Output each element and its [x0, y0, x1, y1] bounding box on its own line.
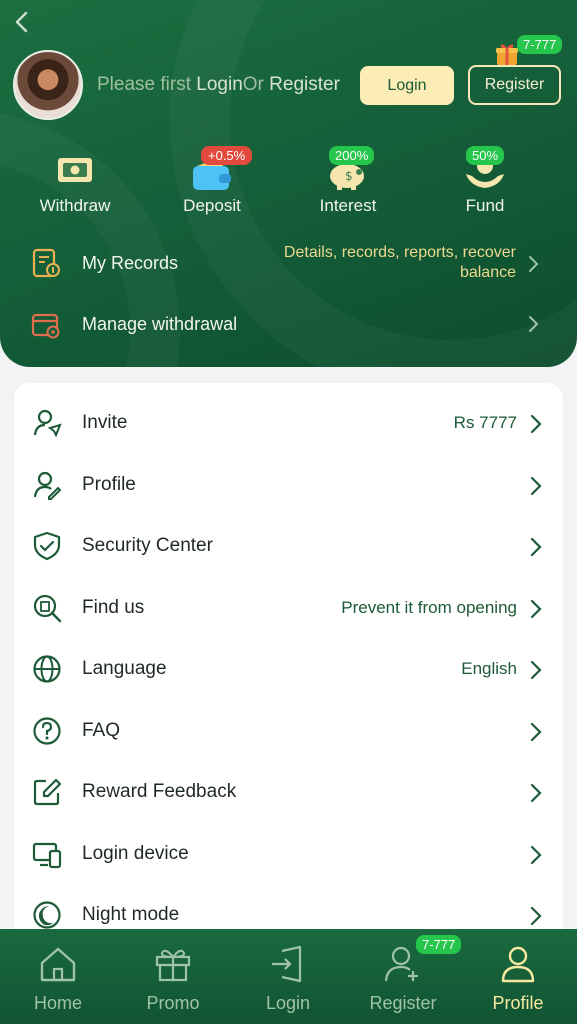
quick-action-deposit[interactable]: +0.5% Deposit [157, 146, 267, 216]
chevron-right-icon [530, 906, 542, 926]
language-value: English [461, 659, 517, 678]
shield-check-icon [33, 531, 61, 561]
tab-label: Register [369, 993, 437, 1013]
prompt-login-link[interactable]: Login [196, 74, 243, 95]
chevron-right-icon [529, 316, 539, 332]
chevron-right-icon [530, 414, 542, 434]
quick-action-label: Deposit [183, 196, 241, 215]
quick-action-interest[interactable]: $ 200% Interest [293, 146, 403, 216]
login-door-icon [272, 945, 302, 983]
interest-badge: 200% [329, 146, 375, 165]
invite-reward-value: Rs 7777 [453, 413, 517, 432]
find-us-value: Prevent it from opening [341, 598, 517, 617]
menu-item-label: Find us [82, 597, 145, 618]
chevron-right-icon [529, 256, 539, 272]
menu-item-label: FAQ [82, 720, 121, 741]
user-icon [501, 946, 535, 983]
devices-icon [32, 842, 62, 869]
menu-item-label: Night mode [82, 904, 180, 925]
menu-item-label: Reward Feedback [82, 781, 237, 802]
chevron-right-icon [530, 476, 542, 496]
tab-label: Home [33, 993, 82, 1013]
my-records-label: My Records [82, 253, 179, 273]
chevron-right-icon [530, 660, 542, 680]
tab-promo[interactable]: Promo [115, 929, 231, 1024]
menu-item-label: Login device [82, 843, 189, 864]
menu-item-login-device[interactable]: Login device [14, 824, 563, 885]
menu-item-language[interactable]: Language English [14, 639, 563, 700]
chevron-right-icon [530, 537, 542, 557]
chevron-right-icon [530, 722, 542, 742]
gift-icon [496, 44, 518, 65]
menu-item-profile[interactable]: Profile [14, 455, 563, 516]
edit-square-icon [33, 778, 62, 806]
bottom-tab-bar: Home Promo Login Register Profile [0, 929, 577, 1024]
prompt-or: Or [242, 74, 264, 95]
user-edit-icon [33, 471, 62, 500]
svg-text:$: $ [345, 169, 353, 183]
tab-label: Promo [146, 993, 200, 1013]
my-records-row[interactable]: My Records Details, records, reports, re… [30, 243, 550, 285]
menu-item-find-us[interactable]: Find us Prevent it from opening [14, 578, 563, 639]
menu-item-label: Security Center [82, 535, 213, 556]
settings-menu: Invite Rs 7777 Profile Security Center F… [14, 383, 563, 1003]
menu-item-faq[interactable]: FAQ [14, 701, 563, 762]
menu-item-invite[interactable]: Invite Rs 7777 [14, 393, 563, 454]
quick-action-withdraw[interactable]: Withdraw [20, 150, 130, 216]
invite-user-icon [33, 409, 62, 438]
chevron-right-icon [530, 599, 542, 619]
menu-item-security-center[interactable]: Security Center [14, 516, 563, 577]
fund-badge: 50% [466, 146, 505, 165]
register-button[interactable]: Register [468, 65, 561, 105]
question-circle-icon [33, 717, 61, 745]
avatar[interactable] [13, 50, 83, 120]
gift-icon [155, 949, 191, 982]
register-tab-badge: 7-777 [416, 935, 462, 954]
menu-item-label: Language [82, 658, 167, 679]
profile-header: Please first LoginOr Register Login Regi… [0, 0, 577, 367]
records-icon [32, 248, 60, 278]
tab-profile[interactable]: Profile [460, 929, 576, 1024]
tab-home[interactable]: Home [0, 929, 116, 1024]
ticket-icon [58, 158, 92, 182]
login-prompt: Please first LoginOr Register [97, 74, 340, 96]
register-bonus-badge: 7-777 [517, 35, 563, 54]
quick-action-fund[interactable]: 50% Fund [430, 146, 540, 216]
quick-action-label: Interest [319, 196, 377, 215]
prompt-register-link[interactable]: Register [269, 74, 340, 95]
chevron-right-icon [530, 845, 542, 865]
my-records-detail: Details, records, reports, recover balan… [283, 244, 516, 281]
menu-item-label: Profile [82, 474, 136, 495]
quick-action-label: Withdraw [39, 196, 111, 215]
card-settings-icon [31, 313, 60, 339]
chevron-right-icon [530, 783, 542, 803]
menu-item-label: Invite [82, 412, 128, 433]
quick-action-label: Fund [465, 196, 505, 215]
globe-icon [33, 655, 61, 683]
deposit-bonus-badge: +0.5% [201, 146, 253, 165]
search-building-icon [33, 594, 62, 623]
back-arrow-icon[interactable] [11, 10, 33, 34]
home-icon [40, 947, 76, 982]
tab-label: Login [265, 993, 311, 1013]
tab-label: Profile [492, 993, 544, 1013]
manage-withdrawal-row[interactable]: Manage withdrawal [30, 308, 550, 342]
moon-icon [33, 901, 61, 929]
menu-item-reward-feedback[interactable]: Reward Feedback [14, 762, 563, 823]
login-button[interactable]: Login [360, 66, 454, 105]
prompt-prefix: Please first [97, 74, 191, 95]
tab-login[interactable]: Login [230, 929, 346, 1024]
manage-withdrawal-label: Manage withdrawal [82, 314, 238, 334]
